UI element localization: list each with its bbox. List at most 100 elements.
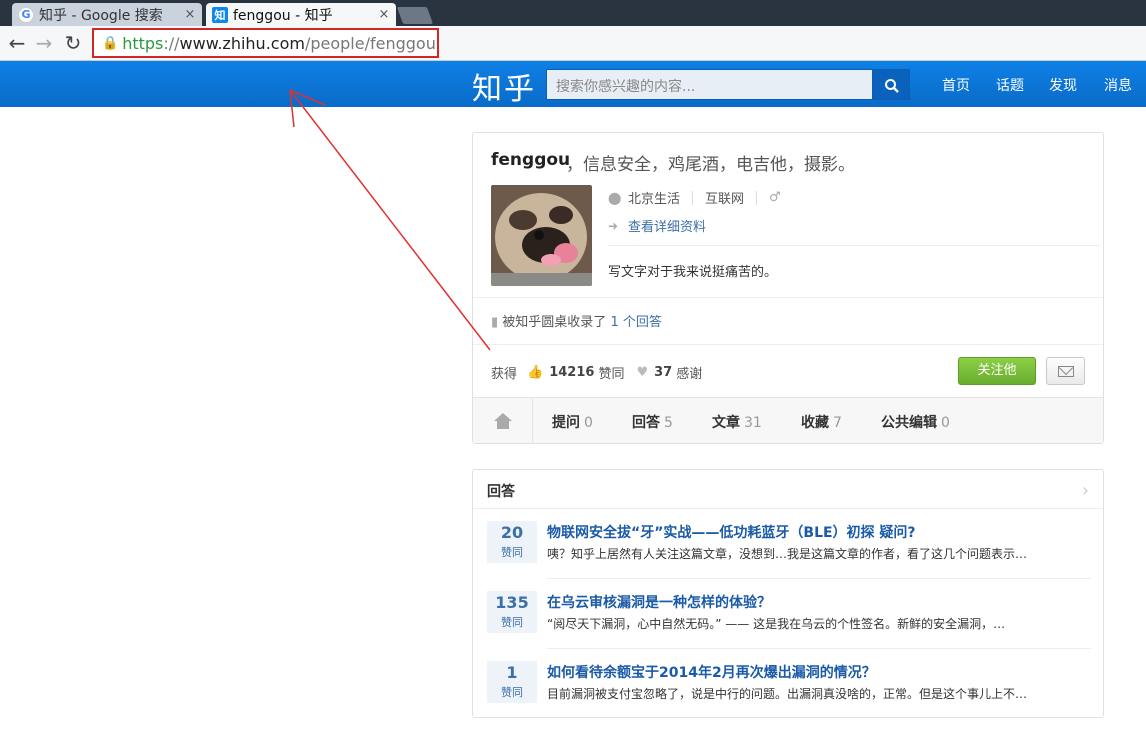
details-row: ➜ 查看详细资料 <box>608 216 706 236</box>
arrow-right-icon: ➜ <box>608 218 619 233</box>
agree-count: 14216 <box>549 365 595 380</box>
zhihu-favicon-icon: 知 <box>212 6 228 23</box>
list-item: 1 赞同 如何看待余额宝于2014年2月再次爆出漏洞的情况？ 目前漏洞被支付宝忽… <box>487 649 1091 719</box>
answers-card: 回答 › 20 赞同 物联网安全拔“牙”实战——低功耗蓝牙（BLE）初探 疑问?… <box>472 469 1104 718</box>
vote-count: 20 <box>500 523 524 542</box>
back-arrow-icon[interactable]: ← <box>6 31 28 55</box>
tab-title: 知乎 - Google 搜索 <box>39 7 163 24</box>
forward-arrow-icon[interactable]: → <box>33 31 55 55</box>
home-tab[interactable] <box>473 398 533 444</box>
message-button[interactable] <box>1046 357 1085 385</box>
vote-label: 赞同 <box>501 616 523 629</box>
chevron-right-icon[interactable]: › <box>1082 480 1089 501</box>
nav-topics[interactable]: 话题 <box>996 75 1024 95</box>
nav-home[interactable]: 首页 <box>942 75 970 95</box>
vote-label: 赞同 <box>501 546 523 559</box>
url-host: www.zhihu.com <box>179 33 305 53</box>
bookmark-icon: ▮ <box>491 315 499 330</box>
tab-count: 7 <box>833 415 842 431</box>
location-text[interactable]: 北京生活 <box>628 188 680 207</box>
answer-title[interactable]: 在乌云审核漏洞是一种怎样的体验？ <box>547 592 771 612</box>
tab-label: 公共编辑 <box>881 415 937 431</box>
search-button[interactable] <box>873 69 910 100</box>
collected-row: ▮ 被知乎圆桌收录了 1 个回答 <box>491 311 662 330</box>
search-icon <box>884 78 899 93</box>
answers-heading[interactable]: 回答 <box>487 481 515 501</box>
tab-count: 0 <box>584 415 593 431</box>
nav-explore[interactable]: 发现 <box>1049 75 1077 95</box>
tab-answers[interactable]: 回答 5 <box>632 412 673 432</box>
browser-toolbar: ← → ↻ 🔒 https://www.zhihu.com/people/fen… <box>0 26 1146 61</box>
vote-count: 1 <box>506 663 518 682</box>
thanks-label: 感谢 <box>676 367 703 382</box>
profile-name: fenggou <box>491 150 571 170</box>
agree-label: 赞同 <box>598 367 625 382</box>
answer-summary[interactable]: 目前漏洞被支付宝忽略了，说是中行的问题。出漏洞真没啥的，正常。但是这个事儿上不… <box>547 685 1082 702</box>
search-input[interactable]: 搜索你感兴趣的内容... <box>546 69 873 100</box>
google-favicon-icon: G <box>18 6 34 23</box>
tab-count: 5 <box>664 415 673 431</box>
answer-title[interactable]: 如何看待余额宝于2014年2月再次爆出漏洞的情况？ <box>547 662 876 682</box>
close-tab-icon[interactable]: × <box>376 7 392 22</box>
vote-box[interactable]: 20 赞同 <box>487 521 537 563</box>
tab-label: 文章 <box>712 415 740 431</box>
new-tab-button[interactable] <box>396 7 434 24</box>
thanks-count: 37 <box>654 365 673 380</box>
stats-row: 获得 👍 14216 赞同 ♥ 37 感谢 <box>491 363 702 382</box>
tab-count: 0 <box>941 415 950 431</box>
reload-icon[interactable]: ↻ <box>62 31 84 55</box>
answer-summary[interactable]: 咦？知乎上居然有人关注这篇文章，没想到…我是这篇文章的作者，看了这几个问题表示… <box>547 545 1082 562</box>
zhihu-logo[interactable]: 知乎 <box>472 64 536 108</box>
vote-label: 赞同 <box>501 686 523 699</box>
divider <box>608 245 1100 246</box>
site-header: 知乎 搜索你感兴趣的内容... 首页 话题 发现 消息 <box>0 61 1146 107</box>
envelope-icon <box>1057 365 1074 377</box>
close-tab-icon[interactable]: × <box>182 7 198 22</box>
tab-articles[interactable]: 文章 31 <box>712 412 762 432</box>
address-bar[interactable]: 🔒 https://www.zhihu.com/people/fenggou <box>92 28 439 58</box>
industry-text[interactable]: 互联网 <box>705 188 744 207</box>
answer-summary[interactable]: “阅尽天下漏洞，心中自然无码。” —— 这是我在乌云的个性签名。新鲜的安全漏洞，… <box>547 615 1082 632</box>
vote-box[interactable]: 135 赞同 <box>487 591 537 633</box>
follow-button[interactable]: 关注他 <box>958 357 1036 385</box>
profile-card: fenggou ，信息安全，鸡尾酒，电吉他，摄影。 ⬤ 北京生活 互联网 ♂ ➜… <box>472 132 1104 444</box>
url-separator: :// <box>163 33 180 53</box>
collected-text: 被知乎圆桌收录了 <box>502 315 607 330</box>
tab-public-edits[interactable]: 公共编辑 0 <box>881 412 950 432</box>
profile-tabs: 提问 0 回答 5 文章 31 收藏 7 公共编辑 0 <box>473 397 1103 444</box>
tab-strip: G 知乎 - Google 搜索 × 知 fenggou - 知乎 × <box>0 0 1146 26</box>
answer-title[interactable]: 物联网安全拔“牙”实战——低功耗蓝牙（BLE）初探 疑问? <box>547 522 916 542</box>
divider <box>473 344 1103 345</box>
browser-tab-google[interactable]: G 知乎 - Google 搜索 × <box>12 3 202 26</box>
list-item: 20 赞同 物联网安全拔“牙”实战——低功耗蓝牙（BLE）初探 疑问? 咦？知乎… <box>487 509 1091 579</box>
collected-link[interactable]: 1 个回答 <box>610 315 661 330</box>
url-scheme: https <box>122 33 164 53</box>
thumbs-up-icon: 👍 <box>527 365 544 380</box>
tab-collections[interactable]: 收藏 7 <box>801 412 842 432</box>
browser-window: G 知乎 - Google 搜索 × 知 fenggou - 知乎 × ← → … <box>0 0 1146 730</box>
lock-icon: 🔒 <box>102 35 119 51</box>
browser-tab-zhihu[interactable]: 知 fenggou - 知乎 × <box>206 3 396 26</box>
tab-asks[interactable]: 提问 0 <box>552 412 593 432</box>
stats-prefix: 获得 <box>491 367 518 382</box>
nav-messages[interactable]: 消息 <box>1104 75 1132 95</box>
vote-box[interactable]: 1 赞同 <box>487 661 537 703</box>
tab-count: 31 <box>744 415 762 431</box>
vote-count: 135 <box>495 593 529 612</box>
tab-label: 回答 <box>632 415 660 431</box>
tab-title: fenggou - 知乎 <box>233 7 333 24</box>
divider <box>756 190 758 205</box>
list-item: 135 赞同 在乌云审核漏洞是一种怎样的体验？ “阅尽天下漏洞，心中自然无码。”… <box>487 579 1091 649</box>
avatar[interactable] <box>491 185 592 286</box>
pug-photo <box>491 185 592 286</box>
view-details-link[interactable]: 查看详细资料 <box>628 216 706 235</box>
divider <box>692 190 694 205</box>
male-icon: ♂ <box>769 190 781 205</box>
home-icon <box>493 413 512 429</box>
heart-icon: ♥ <box>636 365 649 380</box>
location-pin-icon: ⬤ <box>608 190 622 205</box>
url-path: /people/fenggou <box>304 33 436 53</box>
tab-label: 提问 <box>552 415 580 431</box>
divider <box>473 297 1103 298</box>
profile-bio: ，信息安全，鸡尾酒，电吉他，摄影。 <box>566 155 855 175</box>
